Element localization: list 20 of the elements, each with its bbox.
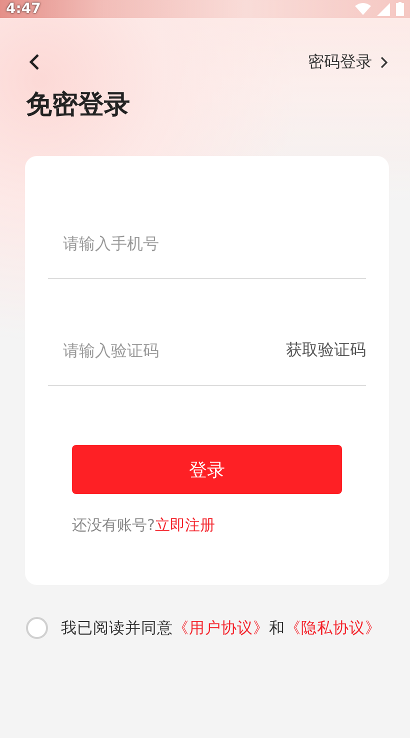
- agree-checkbox[interactable]: [26, 617, 48, 639]
- privacy-policy-link[interactable]: 《隐私协议》: [285, 618, 381, 638]
- and-text: 和: [269, 618, 285, 638]
- login-button[interactable]: 登录: [72, 445, 342, 494]
- back-icon: [28, 53, 40, 71]
- phone-input[interactable]: 请输入手机号: [61, 232, 366, 254]
- register-link[interactable]: 立即注册: [154, 516, 215, 535]
- chevron-icon: [380, 56, 388, 68]
- user-agreement-link[interactable]: 《用户协议》: [173, 618, 269, 638]
- get-code-button[interactable]: 获取验证码: [286, 340, 366, 360]
- back-button[interactable]: [28, 53, 40, 71]
- status-time: 4:47: [6, 1, 41, 17]
- page-title: 免密登录: [26, 89, 131, 122]
- register-prompt: 还没有账号?: [72, 516, 155, 535]
- code-input[interactable]: 请输入验证码: [61, 340, 286, 360]
- signal-icon: [377, 2, 390, 16]
- password-login-link[interactable]: 密码登录: [308, 52, 388, 72]
- battery-icon: [396, 2, 404, 16]
- agreement-text: 我已阅读并同意: [61, 618, 173, 638]
- wifi-icon: [355, 3, 371, 15]
